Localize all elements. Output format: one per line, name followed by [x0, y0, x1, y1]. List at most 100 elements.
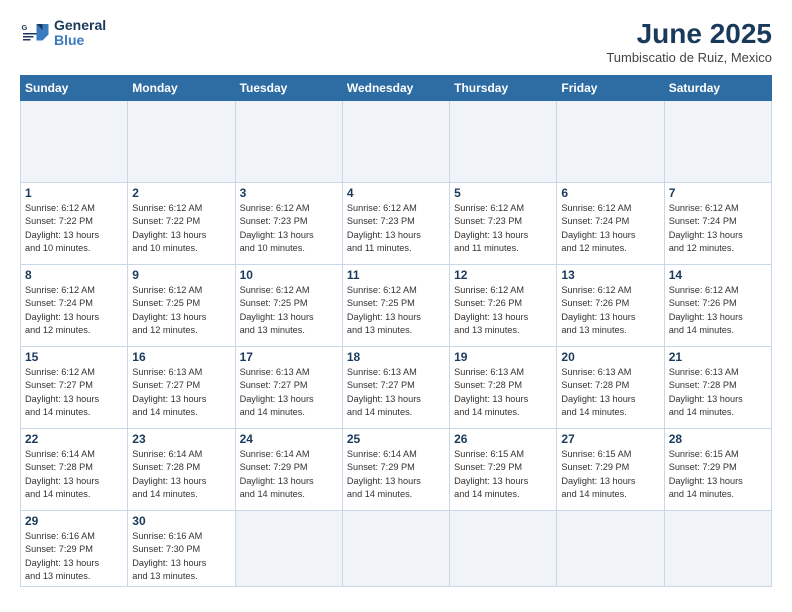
day-info: Sunrise: 6:12 AM Sunset: 7:22 PM Dayligh…: [132, 202, 230, 255]
table-row: 21 Sunrise: 6:13 AM Sunset: 7:28 PM Dayli…: [664, 347, 771, 429]
day-number: 14: [669, 268, 767, 282]
day-number: 27: [561, 432, 659, 446]
day-number: 29: [25, 514, 123, 528]
table-row: 2 Sunrise: 6:12 AM Sunset: 7:22 PM Daylig…: [128, 183, 235, 265]
calendar-table: Sunday Monday Tuesday Wednesday Thursday…: [20, 75, 772, 587]
day-number: 9: [132, 268, 230, 282]
day-number: 17: [240, 350, 338, 364]
day-info: Sunrise: 6:16 AM Sunset: 7:30 PM Dayligh…: [132, 530, 230, 583]
day-number: 28: [669, 432, 767, 446]
day-info: Sunrise: 6:14 AM Sunset: 7:28 PM Dayligh…: [25, 448, 123, 501]
table-row: [450, 511, 557, 587]
calendar-header-row: Sunday Monday Tuesday Wednesday Thursday…: [21, 76, 772, 101]
day-info: Sunrise: 6:12 AM Sunset: 7:27 PM Dayligh…: [25, 366, 123, 419]
table-row: [450, 101, 557, 183]
table-row: 17 Sunrise: 6:13 AM Sunset: 7:27 PM Dayli…: [235, 347, 342, 429]
table-row: 5Sunrise: 6:12 AM Sunset: 7:23 PM Daylig…: [450, 183, 557, 265]
table-row: 10 Sunrise: 6:12 AM Sunset: 7:25 PM Dayli…: [235, 265, 342, 347]
day-info: Sunrise: 6:12 AM Sunset: 7:22 PM Dayligh…: [25, 202, 123, 255]
day-number: 10: [240, 268, 338, 282]
day-info: Sunrise: 6:12 AM Sunset: 7:25 PM Dayligh…: [240, 284, 338, 337]
table-row: 13 Sunrise: 6:12 AM Sunset: 7:26 PM Dayli…: [557, 265, 664, 347]
day-number: 7: [669, 186, 767, 200]
table-row: [664, 101, 771, 183]
day-info: Sunrise: 6:12 AM Sunset: 7:23 PM Dayligh…: [240, 202, 338, 255]
title-block: June 2025 Tumbiscatio de Ruiz, Mexico: [606, 18, 772, 65]
day-info: Sunrise: 6:13 AM Sunset: 7:27 PM Dayligh…: [240, 366, 338, 419]
table-row: 25Sunrise: 6:14 AM Sunset: 7:29 PM Dayli…: [342, 429, 449, 511]
table-row: 8 Sunrise: 6:12 AM Sunset: 7:24 PM Daylig…: [21, 265, 128, 347]
table-row: 19Sunrise: 6:13 AM Sunset: 7:28 PM Dayli…: [450, 347, 557, 429]
table-row: 26 Sunrise: 6:15 AM Sunset: 7:29 PM Dayli…: [450, 429, 557, 511]
day-number: 1: [25, 186, 123, 200]
table-row: 24 Sunrise: 6:14 AM Sunset: 7:29 PM Dayli…: [235, 429, 342, 511]
table-row: 6Sunrise: 6:12 AM Sunset: 7:24 PM Daylig…: [557, 183, 664, 265]
table-row: [128, 101, 235, 183]
day-number: 15: [25, 350, 123, 364]
day-info: Sunrise: 6:12 AM Sunset: 7:24 PM Dayligh…: [669, 202, 767, 255]
day-info: Sunrise: 6:13 AM Sunset: 7:28 PM Dayligh…: [561, 366, 659, 419]
col-saturday: Saturday: [664, 76, 771, 101]
table-row: 15 Sunrise: 6:12 AM Sunset: 7:27 PM Dayli…: [21, 347, 128, 429]
day-number: 3: [240, 186, 338, 200]
day-number: 2: [132, 186, 230, 200]
col-tuesday: Tuesday: [235, 76, 342, 101]
table-row: 22 Sunrise: 6:14 AM Sunset: 7:28 PM Dayli…: [21, 429, 128, 511]
table-row: 23Sunrise: 6:14 AM Sunset: 7:28 PM Dayli…: [128, 429, 235, 511]
logo-icon: G: [20, 18, 50, 48]
table-row: 12Sunrise: 6:12 AM Sunset: 7:26 PM Dayli…: [450, 265, 557, 347]
day-info: Sunrise: 6:12 AM Sunset: 7:25 PM Dayligh…: [347, 284, 445, 337]
day-info: Sunrise: 6:14 AM Sunset: 7:29 PM Dayligh…: [240, 448, 338, 501]
table-row: 27 Sunrise: 6:15 AM Sunset: 7:29 PM Dayli…: [557, 429, 664, 511]
logo-blue: Blue: [54, 33, 106, 48]
table-row: 30 Sunrise: 6:16 AM Sunset: 7:30 PM Dayli…: [128, 511, 235, 587]
table-row: 7 Sunrise: 6:12 AM Sunset: 7:24 PM Daylig…: [664, 183, 771, 265]
day-number: 26: [454, 432, 552, 446]
table-row: 1 Sunrise: 6:12 AM Sunset: 7:22 PM Daylig…: [21, 183, 128, 265]
day-number: 13: [561, 268, 659, 282]
col-monday: Monday: [128, 76, 235, 101]
day-number: 20: [561, 350, 659, 364]
day-number: 18: [347, 350, 445, 364]
day-info: Sunrise: 6:12 AM Sunset: 7:25 PM Dayligh…: [132, 284, 230, 337]
day-info: Sunrise: 6:12 AM Sunset: 7:26 PM Dayligh…: [669, 284, 767, 337]
table-row: [235, 101, 342, 183]
table-row: 14 Sunrise: 6:12 AM Sunset: 7:26 PM Dayli…: [664, 265, 771, 347]
day-info: Sunrise: 6:12 AM Sunset: 7:23 PM Dayligh…: [347, 202, 445, 255]
day-number: 16: [132, 350, 230, 364]
page: G General Blue June 2025 Tumbiscatio de …: [0, 0, 792, 612]
table-row: 28Sunrise: 6:15 AM Sunset: 7:29 PM Dayli…: [664, 429, 771, 511]
day-info: Sunrise: 6:12 AM Sunset: 7:24 PM Dayligh…: [25, 284, 123, 337]
day-number: 5: [454, 186, 552, 200]
col-sunday: Sunday: [21, 76, 128, 101]
day-info: Sunrise: 6:12 AM Sunset: 7:26 PM Dayligh…: [454, 284, 552, 337]
day-number: 8: [25, 268, 123, 282]
day-info: Sunrise: 6:15 AM Sunset: 7:29 PM Dayligh…: [454, 448, 552, 501]
day-number: 4: [347, 186, 445, 200]
table-row: [235, 511, 342, 587]
day-info: Sunrise: 6:16 AM Sunset: 7:29 PM Dayligh…: [25, 530, 123, 583]
day-number: 30: [132, 514, 230, 528]
table-row: 16Sunrise: 6:13 AM Sunset: 7:27 PM Dayli…: [128, 347, 235, 429]
month-year: June 2025: [606, 18, 772, 50]
day-info: Sunrise: 6:14 AM Sunset: 7:29 PM Dayligh…: [347, 448, 445, 501]
table-row: 11Sunrise: 6:12 AM Sunset: 7:25 PM Dayli…: [342, 265, 449, 347]
svg-text:G: G: [22, 23, 28, 32]
day-info: Sunrise: 6:13 AM Sunset: 7:28 PM Dayligh…: [669, 366, 767, 419]
day-info: Sunrise: 6:12 AM Sunset: 7:26 PM Dayligh…: [561, 284, 659, 337]
header: G General Blue June 2025 Tumbiscatio de …: [20, 18, 772, 65]
day-number: 24: [240, 432, 338, 446]
logo-general: General: [54, 18, 106, 33]
table-row: [664, 511, 771, 587]
table-row: [21, 101, 128, 183]
day-number: 22: [25, 432, 123, 446]
day-info: Sunrise: 6:15 AM Sunset: 7:29 PM Dayligh…: [561, 448, 659, 501]
table-row: [557, 101, 664, 183]
table-row: 29 Sunrise: 6:16 AM Sunset: 7:29 PM Dayli…: [21, 511, 128, 587]
col-thursday: Thursday: [450, 76, 557, 101]
col-friday: Friday: [557, 76, 664, 101]
day-number: 21: [669, 350, 767, 364]
table-row: [342, 511, 449, 587]
table-row: 18Sunrise: 6:13 AM Sunset: 7:27 PM Dayli…: [342, 347, 449, 429]
table-row: 20 Sunrise: 6:13 AM Sunset: 7:28 PM Dayli…: [557, 347, 664, 429]
